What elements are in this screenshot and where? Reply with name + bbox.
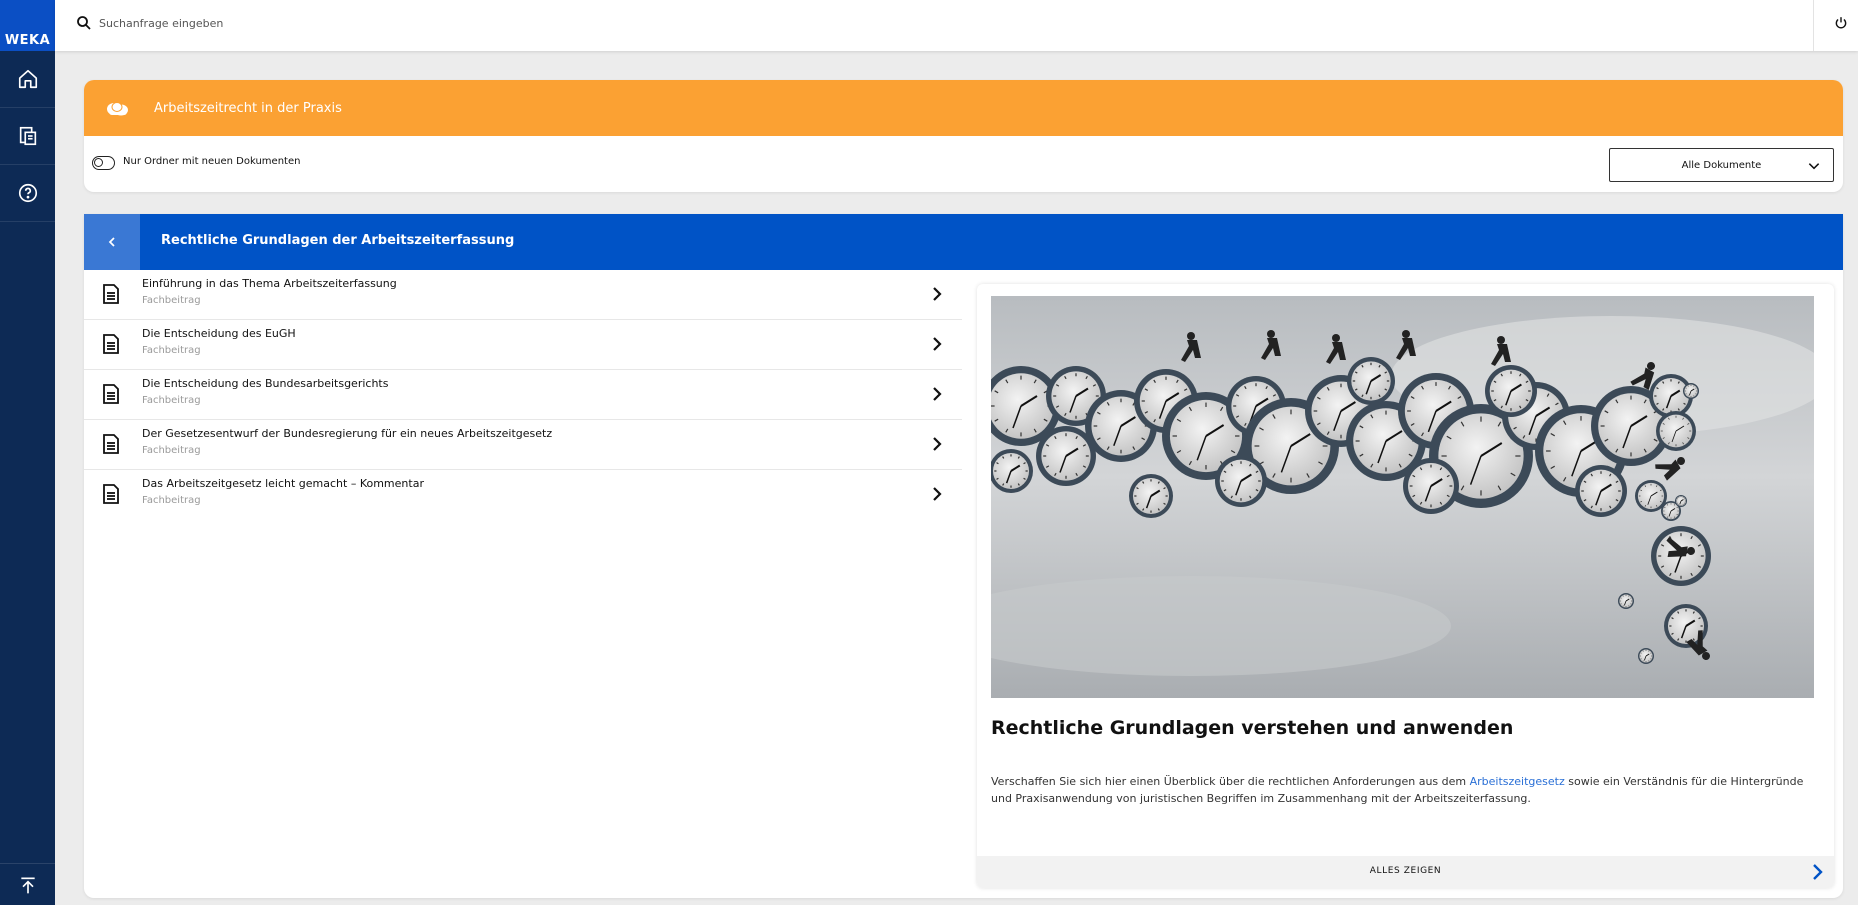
sidebar-item-documents[interactable]	[0, 108, 55, 165]
document-type: Fachbeitrag	[142, 445, 201, 456]
toggle-label: Nur Ordner mit neuen Dokumenten	[123, 156, 301, 167]
scroll-to-top-button[interactable]	[0, 863, 55, 905]
clock-tick	[1676, 506, 1678, 509]
clock-tick	[1664, 506, 1666, 509]
chevron-right-icon	[1813, 864, 1823, 880]
chevron-left-icon	[108, 237, 115, 247]
document-type: Fachbeitrag	[142, 345, 201, 356]
teaser-text: Verschaffen Sie sich hier einen Überblic…	[991, 773, 1821, 807]
chevron-right-icon	[933, 287, 942, 301]
show-all-label: ALLES ZEIGEN	[1369, 866, 1442, 876]
weka-logo[interactable]: WEKA	[0, 0, 55, 51]
arbeitszeitgesetz-link[interactable]: Arbeitszeitgesetz	[1470, 775, 1565, 788]
top-bar	[55, 0, 1858, 51]
teaser-heading: Rechtliche Grundlagen verstehen und anwe…	[991, 717, 1514, 739]
document-icon	[103, 434, 119, 454]
document-title: Die Entscheidung des Bundesarbeitsgerich…	[142, 377, 389, 390]
list-item[interactable]: Das Arbeitszeitgesetz leicht gemacht – K…	[84, 470, 962, 520]
clock-tick	[1666, 516, 1669, 518]
list-item[interactable]: Einführung in das Thema Arbeitszeiterfas…	[84, 270, 962, 320]
chevron-down-icon	[1808, 163, 1820, 170]
teaser-image	[991, 296, 1814, 698]
power-icon	[1835, 17, 1847, 29]
cloud-icon	[107, 102, 128, 116]
document-filter-select[interactable]: Alle Dokumente	[1609, 148, 1834, 182]
show-all-button[interactable]: ALLES ZEIGEN	[977, 856, 1834, 888]
folder-header: Arbeitszeitrecht in der Praxis	[84, 80, 1843, 136]
search-icon[interactable]	[75, 14, 93, 32]
list-item[interactable]: Der Gesetzesentwurf der Bundesregierung …	[84, 420, 962, 470]
sidebar: WEKA	[0, 0, 55, 905]
topbar-divider	[1813, 0, 1814, 51]
logout-button[interactable]	[1832, 14, 1850, 32]
clock-tick	[1676, 513, 1678, 516]
search-input[interactable]	[99, 11, 699, 35]
document-type: Fachbeitrag	[142, 495, 201, 506]
scroll-to-top-icon	[20, 877, 35, 893]
sidebar-item-home[interactable]	[0, 51, 55, 108]
section-title: Rechtliche Grundlagen der Arbeitszeiterf…	[161, 233, 515, 248]
document-title: Einführung in das Thema Arbeitszeiterfas…	[142, 277, 397, 290]
clock-tick	[1666, 504, 1669, 506]
chevron-right-icon	[933, 387, 942, 401]
filter-row: Nur Ordner mit neuen Dokumenten Alle Dok…	[84, 136, 1843, 192]
toggle-knob	[94, 158, 103, 167]
chevron-right-icon	[933, 337, 942, 351]
home-icon	[18, 69, 37, 89]
clock-tick	[1673, 504, 1676, 506]
chevron-right-icon	[933, 487, 942, 501]
teaser-card: Rechtliche Grundlagen verstehen und anwe…	[977, 284, 1834, 888]
document-title: Der Gesetzesentwurf der Bundesregierung …	[142, 427, 553, 440]
clock-tick	[1664, 513, 1666, 516]
document-title: Die Entscheidung des EuGH	[142, 327, 296, 340]
document-type: Fachbeitrag	[142, 295, 201, 306]
list-item[interactable]: Die Entscheidung des EuGH Fachbeitrag	[84, 320, 962, 370]
clock-tick	[1673, 516, 1676, 518]
logo-text: WEKA	[4, 33, 51, 48]
documents-icon	[19, 126, 36, 146]
document-type: Fachbeitrag	[142, 395, 201, 406]
clocks-illustration	[991, 296, 1814, 698]
document-icon	[103, 484, 119, 504]
back-button[interactable]	[84, 214, 140, 270]
document-icon	[103, 334, 119, 354]
section-header: Rechtliche Grundlagen der Arbeitszeiterf…	[84, 214, 1843, 270]
sidebar-item-help[interactable]	[0, 165, 55, 222]
teaser-text-start: Verschaffen Sie sich hier einen Überblic…	[991, 775, 1470, 788]
folder-title: Arbeitszeitrecht in der Praxis	[154, 100, 342, 116]
document-icon	[103, 284, 119, 304]
folder-card: Arbeitszeitrecht in der Praxis Nur Ordne…	[84, 80, 1843, 192]
document-list: Einführung in das Thema Arbeitszeiterfas…	[84, 270, 962, 520]
new-documents-toggle[interactable]	[92, 156, 115, 170]
select-value: Alle Dokumente	[1681, 159, 1762, 171]
help-icon	[18, 183, 37, 203]
document-title: Das Arbeitszeitgesetz leicht gemacht – K…	[142, 477, 424, 490]
list-item[interactable]: Die Entscheidung des Bundesarbeitsgerich…	[84, 370, 962, 420]
content-card: Rechtliche Grundlagen der Arbeitszeiterf…	[84, 214, 1843, 898]
chevron-right-icon	[933, 437, 942, 451]
document-icon	[103, 384, 119, 404]
